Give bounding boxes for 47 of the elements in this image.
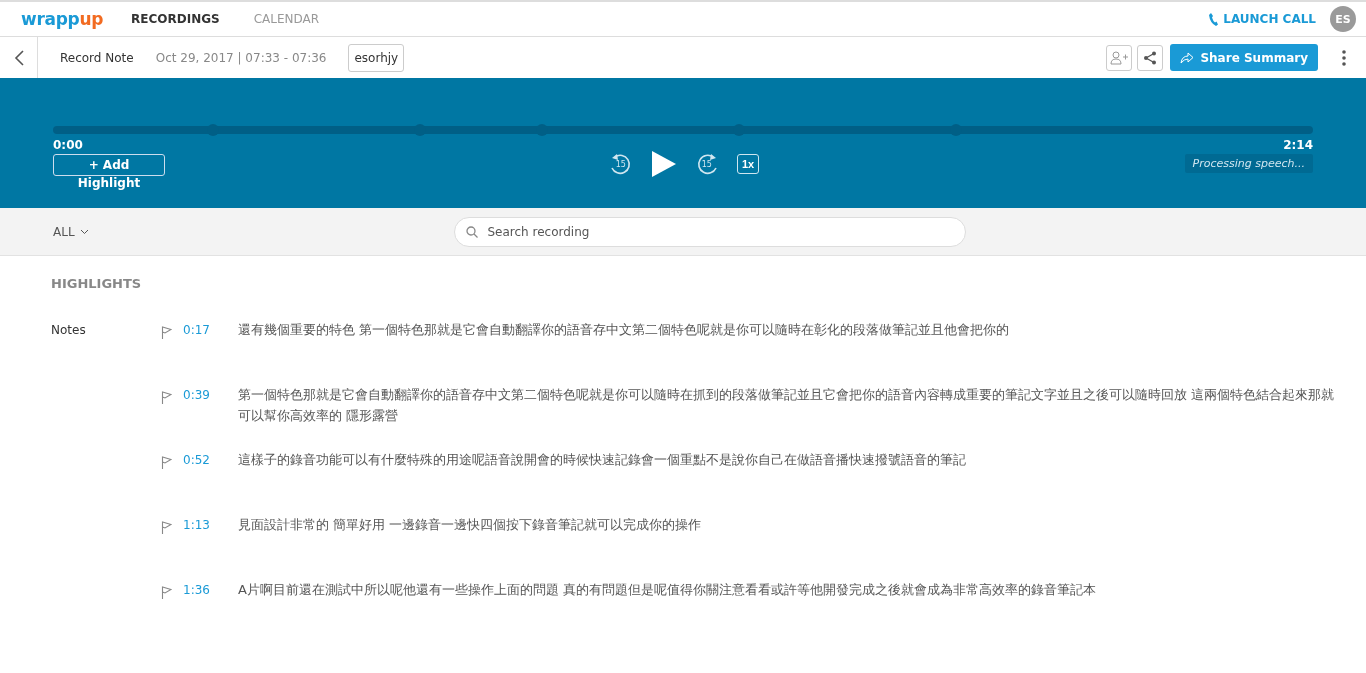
processing-status: Processing speech... — [1184, 154, 1313, 173]
add-highlight-button[interactable]: + Add — [53, 154, 165, 176]
share-button[interactable] — [1137, 44, 1164, 71]
nav-tab[interactable]: CALENDAR — [253, 12, 320, 26]
flag-icon[interactable] — [161, 456, 172, 469]
transcript-text: 還有幾個重要的特色 第一個特色那就是它會自動翻譯你的語音存中文第二個特色呢就是你可以隨時在彰化的段落做筆記並且他會把你的 — [238, 321, 1011, 339]
recording-datetime: Oct 29, 2017 | 07:33 - 07:36 — [155, 50, 327, 65]
skip-back-button[interactable]: 15 — [606, 151, 635, 177]
forward-arrow-icon — [1180, 51, 1195, 64]
wrappup-logo[interactable]: wrappup — [21, 9, 104, 29]
launch-call-link[interactable]: LAUNCH CALL — [1209, 12, 1316, 26]
highlight-timestamp[interactable]: 1:13 — [183, 514, 238, 532]
nav-tab[interactable]: RECORDINGS — [131, 12, 220, 26]
highlight-label: Highlight — [77, 176, 141, 190]
share-summary-button[interactable]: Share Summary — [1170, 44, 1318, 71]
flag-icon[interactable] — [161, 326, 172, 339]
highlight-timestamp[interactable]: 0:52 — [183, 449, 238, 467]
total-time: 2:14 — [1283, 138, 1313, 152]
chevron-left-icon — [13, 49, 24, 66]
search-field[interactable]: Search recording — [453, 216, 966, 247]
transcript-text: 見面設計非常的 簡單好用 一邊錄音一邊快四個按下錄音筆記就可以完成你的操作 — [238, 516, 703, 534]
chevron-down-icon — [79, 228, 89, 235]
phone-icon — [1209, 12, 1219, 26]
highlight-timestamp[interactable]: 0:17 — [183, 319, 238, 337]
flag-icon[interactable] — [161, 521, 172, 534]
transcript-text: A片啊目前還在測試中所以呢他還有一些操作上面的問題 真的有問題但是呢值得你關注意看看或許等他開發完成之後就會成為非常高效率的錄音筆記本 — [238, 581, 1098, 599]
timeline-track[interactable] — [53, 126, 1313, 134]
share-icon — [1143, 50, 1158, 65]
transcript-text: 第一個特色那就是它會自動翻譯你的語音存中文第二個特色呢就是你可以隨時在抓到的段落做筆記並且它會把你的語音內容轉成重要的筆記文字並且之後可以隨時回放 這兩個特色結合起來那就可以幫你高效率的 隱形露營 — [238, 386, 1336, 425]
flag-icon[interactable] — [161, 586, 172, 599]
playback-speed-button[interactable]: 1x — [736, 154, 760, 174]
play-button[interactable] — [650, 150, 677, 178]
highlights-heading: HIGHLIGHTS — [51, 276, 143, 291]
more-options-icon[interactable] — [1342, 49, 1346, 66]
add-person-icon — [1110, 50, 1129, 65]
highlight-timestamp[interactable]: 1:36 — [183, 579, 238, 597]
flag-icon[interactable] — [161, 391, 172, 404]
recording-tag[interactable]: esorhjy — [348, 43, 405, 72]
transcript-text: 這樣子的錄音功能可以有什麼特殊的用途呢語音說開會的時候快速記錄會一個重點不是說你自己在做語音播快速撥號語音的筆記 — [238, 451, 967, 469]
current-time: 0:00 — [53, 138, 83, 152]
filter-dropdown[interactable]: ALL — [53, 224, 454, 239]
recording-title[interactable]: Record Note — [60, 50, 134, 65]
user-avatar[interactable]: ES — [1330, 6, 1356, 32]
search-icon — [465, 225, 478, 238]
skip-forward-button[interactable]: 15 — [692, 151, 721, 177]
highlight-timestamp[interactable]: 0:39 — [183, 384, 238, 402]
highlight-group-label: Notes — [51, 322, 86, 337]
